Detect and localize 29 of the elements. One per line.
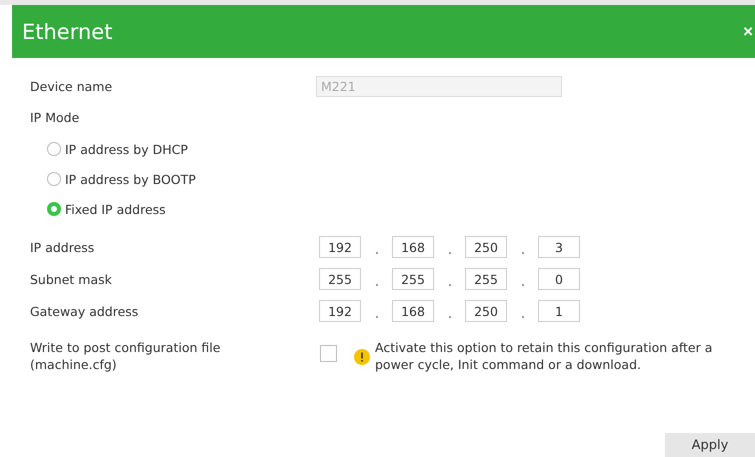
octet-field[interactable]: 3 (538, 236, 580, 258)
radio-label[interactable]: IP address by DHCP (65, 142, 188, 156)
octet-field[interactable]: 192 (319, 236, 361, 258)
radio-button[interactable] (47, 202, 61, 216)
octet-field[interactable]: 168 (392, 300, 434, 322)
octet-field[interactable]: 0 (538, 268, 580, 290)
apply-button[interactable]: Apply (665, 433, 755, 457)
octet-field[interactable]: 255 (319, 268, 361, 290)
octet-field[interactable]: 255 (465, 268, 507, 290)
warning-icon (354, 349, 370, 365)
radio-button[interactable] (47, 142, 61, 156)
field-label: Device name (30, 78, 114, 94)
octet-field[interactable]: 255 (392, 268, 434, 290)
octet-field[interactable]: 250 (465, 236, 507, 258)
radio-label[interactable]: Fixed IP address (65, 202, 166, 216)
octet-field[interactable]: 1 (538, 300, 580, 322)
octet-field[interactable]: 168 (392, 236, 434, 258)
checkbox[interactable] (320, 345, 337, 362)
field-label: Write to post configuration file (machine.cfg) (30, 339, 222, 373)
info-text: Activate this option to retain this configuration after a power cycle, Init command or a download. (375, 339, 714, 373)
radio-label[interactable]: IP address by BOOTP (65, 172, 196, 186)
radio-button[interactable] (47, 172, 61, 186)
octet-field[interactable]: 250 (465, 300, 507, 322)
field-label: Subnet mask (30, 272, 113, 286)
window-title: Ethernet (21, 20, 112, 44)
section-label: IP Mode (30, 109, 80, 127)
field-label: IP address (30, 240, 96, 254)
field-label: Gateway address (30, 304, 140, 318)
octet-field[interactable]: 192 (319, 300, 361, 322)
